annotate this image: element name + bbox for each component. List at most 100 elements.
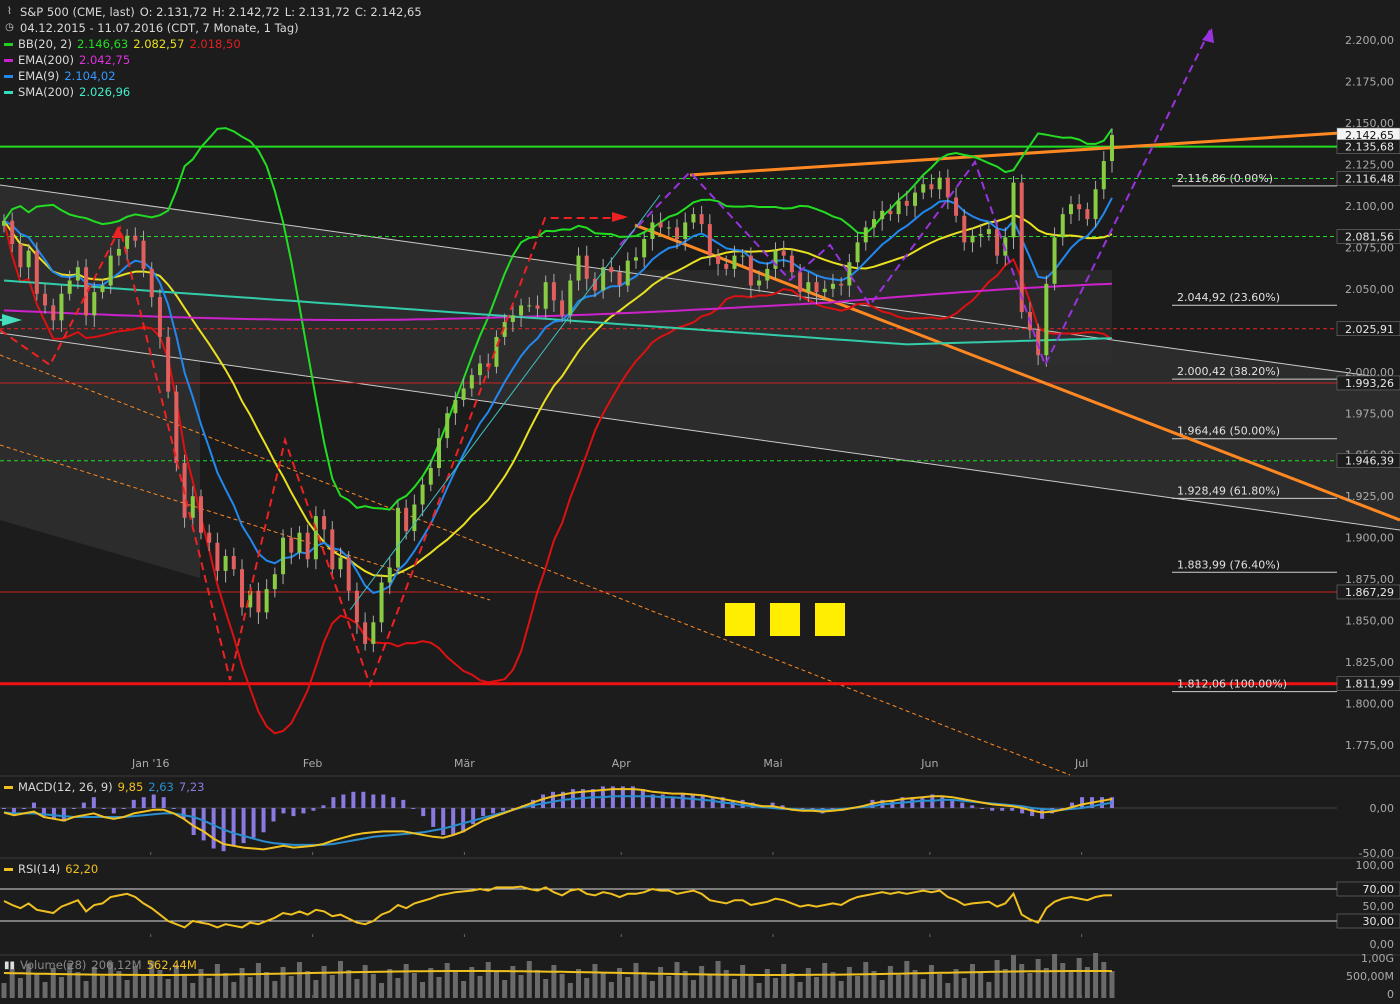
candle-body: [100, 285, 105, 293]
rsi-band-tag: 70,00: [1363, 883, 1395, 896]
volume-bar: [764, 969, 770, 998]
candle-body: [133, 235, 138, 241]
volume-legend[interactable]: ▮▮ Volume(28) 206,12M 562,44M: [4, 958, 197, 972]
ema9-swatch: [4, 74, 13, 78]
macd-legend[interactable]: MACD(12, 26, 9) 9,85 2,63 7,23: [4, 780, 204, 794]
macd-histogram-bar: [1010, 808, 1015, 811]
chart-canvas[interactable]: 2.116,86 (0.00%) 2.044,92 (23.60%) 2.000,4…: [0, 0, 1400, 1001]
candle-body: [428, 468, 433, 485]
bb-upper-value: 2.146,63: [77, 37, 129, 51]
chart-legend: ⌇ S&P 500 (CME, last) O: 2.131,72 H: 2.1…: [4, 4, 422, 100]
macd-histogram-bar: [111, 808, 116, 814]
volume-bar: [83, 981, 89, 998]
fib-level-label: 1.812,06 (100.00%): [1177, 678, 1287, 691]
candle-body: [354, 590, 359, 623]
candle-body: [436, 438, 441, 469]
chart-type-icon[interactable]: ⌇: [4, 4, 15, 20]
candle-body: [198, 496, 203, 533]
candle-body: [10, 220, 15, 245]
macd-histogram-bar: [1080, 797, 1085, 808]
candle-body: [814, 282, 819, 293]
volume-bar: [805, 968, 811, 998]
candle-body: [1077, 204, 1082, 210]
volume-bar: [1068, 972, 1074, 998]
candle-body: [740, 255, 745, 257]
volume-bar: [576, 969, 582, 998]
candle-body: [921, 184, 926, 193]
candle-body: [330, 529, 335, 570]
volume-bar: [731, 979, 737, 998]
volume-bar: [1035, 959, 1041, 998]
candle-body: [806, 282, 811, 293]
ema200-label: EMA(200): [18, 53, 74, 67]
y-axis-tick-label: 1.900,00: [1345, 532, 1394, 545]
candle-body: [617, 272, 622, 286]
y-axis-tick-label: 1.925,00: [1345, 490, 1394, 503]
volume-bar: [206, 978, 212, 998]
candle-body: [34, 250, 39, 294]
volume-bar: [165, 979, 171, 998]
macd-histogram-bar: [990, 808, 995, 811]
volume-bar: [830, 972, 836, 998]
indicator-ema200[interactable]: EMA(200) 2.042,75: [4, 52, 422, 68]
volume-bar: [75, 972, 81, 998]
candle-body: [896, 200, 901, 215]
candle-body: [773, 250, 778, 269]
volume-bar: [50, 968, 56, 998]
volume-bar: [264, 972, 270, 998]
x-axis-month-label: Mär: [454, 757, 475, 770]
volume-bar: [748, 974, 754, 998]
y-axis-tick-label: 2.100,00: [1345, 200, 1394, 213]
volume-bar: [239, 968, 245, 998]
candle-body: [830, 283, 835, 289]
candle-body: [986, 229, 991, 235]
fib-level-label: 1.928,49 (61.80%): [1177, 484, 1280, 497]
volume-bar: [255, 963, 261, 998]
candle-body: [116, 248, 121, 256]
candle-body: [970, 235, 975, 243]
instrument-title: S&P 500 (CME, last): [20, 5, 135, 19]
volume-bar: [436, 977, 442, 998]
volume-bar: [600, 973, 606, 998]
sma200-value: 2.026,96: [79, 85, 131, 99]
candle-body: [675, 227, 680, 240]
volume-bar: [641, 972, 647, 998]
bb-lower-value: 2.018,50: [189, 37, 241, 51]
volume-bar: [420, 982, 426, 998]
candle-body: [904, 200, 909, 206]
volume-bar: [789, 973, 795, 998]
candle-body: [346, 557, 351, 591]
candle-body: [543, 282, 548, 309]
y-axis-tick-label: 2.125,00: [1345, 158, 1394, 171]
candle-body: [395, 507, 400, 568]
bb-mid-value: 2.082,57: [133, 37, 185, 51]
candle-body: [223, 555, 228, 571]
volume-bar: [846, 967, 852, 998]
volume-bar: [198, 969, 204, 998]
volume-ma-value: 562,44M: [146, 958, 197, 972]
macd-histogram-bar: [131, 799, 136, 808]
candle-body: [929, 184, 934, 190]
candle-body: [313, 516, 318, 560]
x-axis-month-label: Feb: [303, 757, 322, 770]
candle-body: [945, 177, 950, 198]
volume-bar: [592, 964, 598, 998]
macd-histogram-bar: [401, 799, 406, 808]
rsi-legend[interactable]: RSI(14) 62,20: [4, 862, 98, 876]
macd-histogram-bar: [740, 799, 745, 808]
x-axis-month-label: Mai: [763, 757, 782, 770]
volume-bar: [814, 977, 820, 998]
macd-histogram-bar: [241, 808, 246, 844]
indicator-sma200[interactable]: SMA(200) 2.026,96: [4, 84, 422, 100]
volume-bar: [231, 982, 237, 998]
volume-bar: [1093, 953, 1099, 998]
macd-histogram-bar: [950, 799, 955, 808]
indicator-bb[interactable]: BB(20, 2) 2.146,63 2.082,57 2.018,50: [4, 36, 422, 52]
price-tag-label: 1.946,39: [1345, 455, 1394, 468]
chart-stage[interactable]: 2.116,86 (0.00%) 2.044,92 (23.60%) 2.000,4…: [0, 0, 1400, 1001]
volume-bar: [674, 962, 680, 998]
candle-body: [642, 239, 647, 258]
indicator-ema9[interactable]: EMA(9) 2.104,02: [4, 68, 422, 84]
clock-icon: ◷: [5, 22, 14, 33]
y-axis-tick-label: 2.175,00: [1345, 75, 1394, 88]
